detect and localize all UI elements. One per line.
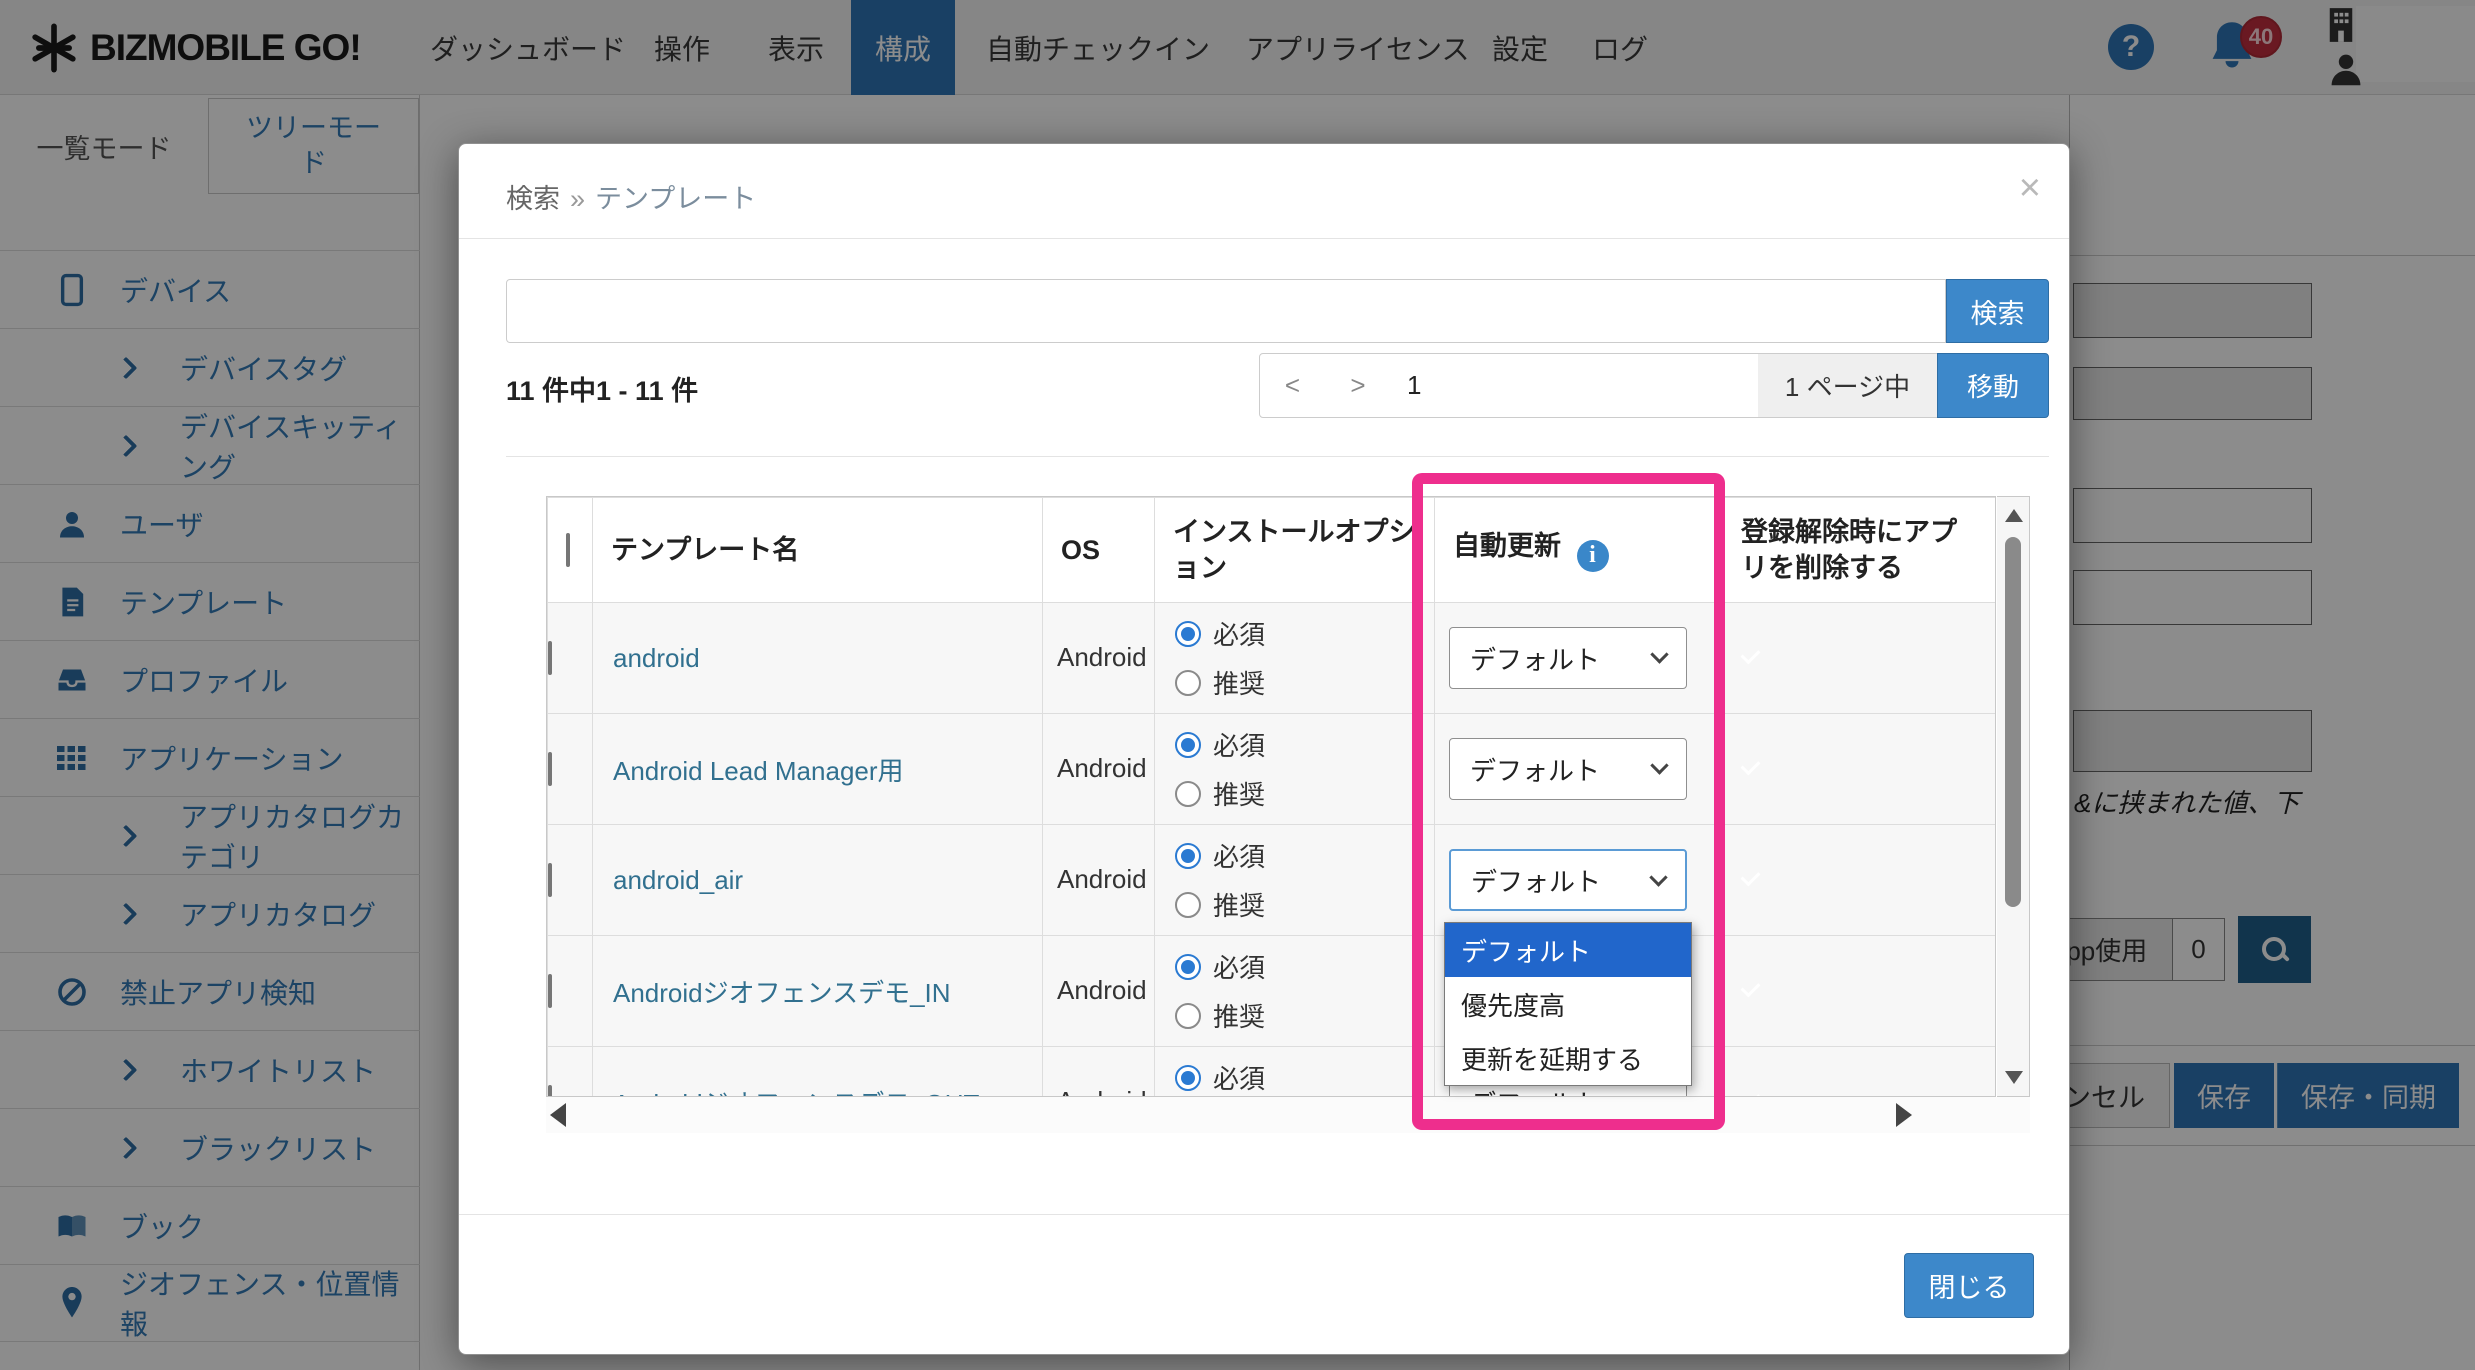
dropdown-option-high-priority[interactable]: 優先度高 bbox=[1445, 977, 1691, 1031]
auto-update-value: デフォルト bbox=[1470, 751, 1600, 788]
page-number-value[interactable]: 1 bbox=[1391, 353, 1759, 418]
os-value: Android bbox=[1043, 825, 1155, 936]
radio-required[interactable] bbox=[1175, 843, 1201, 869]
template-name: Androidジオフェンスデモ_IN bbox=[593, 936, 1043, 1047]
breadcrumb-current: テンプレート bbox=[595, 184, 756, 214]
radio-recommended-label: 推奨 bbox=[1213, 886, 1265, 923]
os-value: Android bbox=[1043, 936, 1155, 1047]
scroll-left-icon[interactable] bbox=[550, 1103, 566, 1127]
radio-required-label: 必須 bbox=[1213, 837, 1265, 874]
close-modal-button[interactable]: 閉じる bbox=[1904, 1253, 2034, 1318]
radio-recommended-label: 推奨 bbox=[1213, 997, 1265, 1034]
breadcrumb-section: 検索 bbox=[506, 184, 560, 214]
row-checkbox[interactable] bbox=[548, 641, 552, 675]
scroll-right-icon[interactable] bbox=[1896, 1103, 1912, 1127]
table-row: android_air Android 必須 推奨 デフォルト bbox=[548, 825, 1997, 936]
header-auto-update: 自動更新 i bbox=[1435, 498, 1723, 603]
divider bbox=[459, 238, 2069, 239]
page-total-label: 1 ページ中 bbox=[1758, 353, 1938, 418]
radio-recommended-label: 推奨 bbox=[1213, 775, 1265, 812]
auto-update-select[interactable]: デフォルト bbox=[1449, 738, 1687, 800]
radio-required[interactable] bbox=[1175, 621, 1201, 647]
result-summary: 11 件中1 - 11 件 bbox=[506, 369, 698, 408]
radio-recommended[interactable] bbox=[1175, 781, 1201, 807]
radio-required[interactable] bbox=[1175, 732, 1201, 758]
close-icon[interactable]: × bbox=[2019, 169, 2041, 207]
chevron-down-icon bbox=[1650, 1089, 1668, 1097]
header-os: OS bbox=[1043, 498, 1155, 603]
scroll-up-icon[interactable] bbox=[2005, 509, 2023, 522]
radio-recommended[interactable] bbox=[1175, 1003, 1201, 1029]
row-checkbox[interactable] bbox=[548, 1085, 552, 1098]
auto-update-select[interactable]: デフォルト bbox=[1449, 627, 1687, 689]
auto-update-value: デフォルト bbox=[1471, 862, 1601, 899]
template-name: android bbox=[593, 603, 1043, 714]
prev-page-button[interactable]: < bbox=[1259, 353, 1326, 418]
table-row: android Android 必須 推奨 デフォルト bbox=[548, 603, 1997, 714]
table-header-row: テンプレート名 OS インストールオプション 自動更新 i 登録解除時にアプリを… bbox=[548, 498, 1997, 603]
radio-required[interactable] bbox=[1175, 1065, 1201, 1091]
go-page-button[interactable]: 移動 bbox=[1937, 353, 2049, 418]
header-template-name: テンプレート名 bbox=[593, 498, 1043, 603]
select-all-checkbox[interactable] bbox=[566, 533, 570, 567]
vertical-scrollbar[interactable] bbox=[1997, 496, 2030, 1097]
search-input[interactable] bbox=[506, 279, 1946, 343]
header-install-option: インストールオプション bbox=[1155, 498, 1435, 603]
next-page-button[interactable]: > bbox=[1325, 353, 1392, 418]
breadcrumb: 検索 » テンプレート bbox=[506, 177, 756, 216]
radio-required-label: 必須 bbox=[1213, 1059, 1265, 1096]
radio-recommended[interactable] bbox=[1175, 670, 1201, 696]
radio-required[interactable] bbox=[1175, 954, 1201, 980]
table-row: Androidジオフェンスデモ_IN Android 必須 推奨 bbox=[548, 936, 1997, 1047]
radio-required-label: 必須 bbox=[1213, 948, 1265, 985]
divider bbox=[459, 1214, 2069, 1215]
row-checkbox[interactable] bbox=[548, 863, 552, 897]
breadcrumb-separator: » bbox=[570, 184, 585, 214]
template-table: テンプレート名 OS インストールオプション 自動更新 i 登録解除時にアプリを… bbox=[546, 496, 1996, 1097]
template-search-modal: 検索 » テンプレート × 検索 11 件中1 - 11 件 < > 1 1 ページ… bbox=[458, 143, 2070, 1355]
horizontal-scrollbar[interactable] bbox=[546, 1097, 2030, 1133]
chevron-down-icon bbox=[1649, 868, 1667, 886]
radio-recommended[interactable] bbox=[1175, 892, 1201, 918]
dropdown-option-default[interactable]: デフォルト bbox=[1445, 923, 1691, 977]
row-checkbox[interactable] bbox=[548, 974, 552, 1008]
radio-required-label: 必須 bbox=[1213, 726, 1265, 763]
dropdown-option-postpone[interactable]: 更新を延期する bbox=[1445, 1031, 1691, 1085]
auto-update-dropdown-list: デフォルト 優先度高 更新を延期する bbox=[1444, 922, 1692, 1086]
auto-update-select-open[interactable]: デフォルト bbox=[1449, 849, 1687, 911]
os-value: Android bbox=[1043, 1047, 1155, 1098]
auto-update-value: デフォルト bbox=[1470, 640, 1600, 677]
info-icon[interactable]: i bbox=[1577, 540, 1609, 572]
scrollbar-thumb[interactable] bbox=[2005, 537, 2021, 907]
header-select-all bbox=[548, 498, 593, 603]
divider bbox=[506, 456, 2049, 457]
radio-required-label: 必須 bbox=[1213, 615, 1265, 652]
template-name: android_air bbox=[593, 825, 1043, 936]
header-auto-update-label: 自動更新 bbox=[1453, 531, 1561, 561]
search-button[interactable]: 検索 bbox=[1946, 279, 2049, 343]
scroll-down-icon[interactable] bbox=[2005, 1071, 2023, 1084]
header-unenroll-delete: 登録解除時にアプリを削除する bbox=[1723, 498, 1997, 603]
chevron-down-icon bbox=[1650, 756, 1668, 774]
template-name: Android Lead Manager用 bbox=[593, 714, 1043, 825]
table-row: Androidジオフェンスデモ_OUT Android 必須 推奨 デフォルト bbox=[548, 1047, 1997, 1098]
row-checkbox[interactable] bbox=[548, 752, 552, 786]
os-value: Android bbox=[1043, 603, 1155, 714]
template-name: Androidジオフェンスデモ_OUT bbox=[593, 1047, 1043, 1098]
chevron-down-icon bbox=[1650, 645, 1668, 663]
os-value: Android bbox=[1043, 714, 1155, 825]
radio-recommended-label: 推奨 bbox=[1213, 664, 1265, 701]
table-row: Android Lead Manager用 Android 必須 推奨 デフォル… bbox=[548, 714, 1997, 825]
